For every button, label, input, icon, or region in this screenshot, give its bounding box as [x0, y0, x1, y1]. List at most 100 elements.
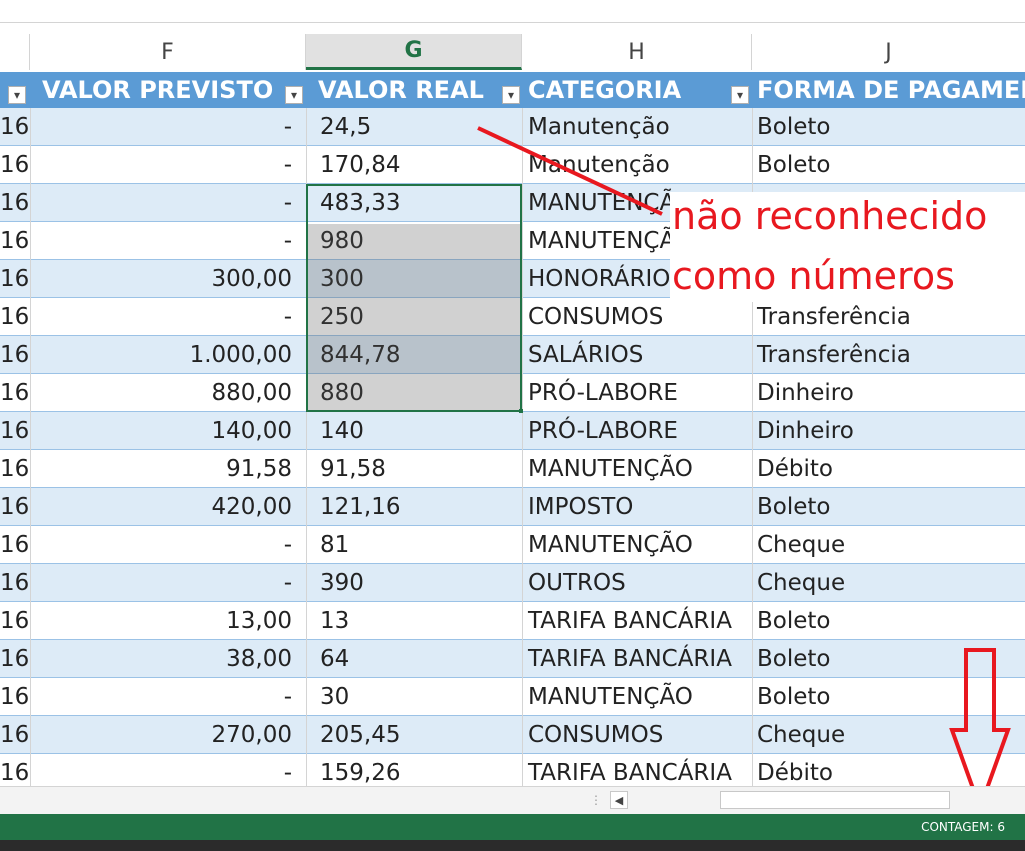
cell-valor-previsto[interactable]: 420,00	[30, 488, 306, 526]
cell-e[interactable]: 16	[0, 602, 30, 640]
cell-valor-real[interactable]: 390	[306, 564, 522, 602]
cell-valor-previsto[interactable]: 270,00	[30, 716, 306, 754]
cell-e[interactable]: 16	[0, 716, 30, 754]
cell-valor-real[interactable]: 30	[306, 678, 522, 716]
cell-forma-pagamento[interactable]: Boleto	[752, 602, 1025, 640]
cell-valor-previsto[interactable]: 140,00	[30, 412, 306, 450]
cell-valor-real[interactable]: 844,78	[306, 336, 522, 374]
cell-valor-previsto[interactable]: -	[30, 298, 306, 336]
cell-forma-pagamento[interactable]: Débito	[752, 450, 1025, 488]
cell-valor-real[interactable]: 205,45	[306, 716, 522, 754]
cell-valor-previsto[interactable]: -	[30, 564, 306, 602]
scroll-left-button[interactable]: ◀	[610, 791, 628, 809]
cell-valor-real[interactable]: 170,84	[306, 146, 522, 184]
cell-valor-real[interactable]: 483,33	[306, 184, 522, 222]
cell-forma-pagamento[interactable]: Dinheiro	[752, 412, 1025, 450]
count-indicator: CONTAGEM: 6	[921, 820, 1005, 834]
cell-forma-pagamento[interactable]: Boleto	[752, 108, 1025, 146]
cell-valor-real[interactable]: 64	[306, 640, 522, 678]
cell-valor-real[interactable]: 91,58	[306, 450, 522, 488]
cell-valor-previsto[interactable]: -	[30, 146, 306, 184]
cell-e[interactable]: 16	[0, 222, 30, 260]
cell-valor-real[interactable]: 24,5	[306, 108, 522, 146]
cell-valor-real[interactable]: 13	[306, 602, 522, 640]
cell-e[interactable]: 16	[0, 260, 30, 298]
horizontal-scrollbar[interactable]: ⋮ ◀	[0, 786, 1025, 815]
column-header-f[interactable]: F	[30, 34, 306, 70]
table-row: 16-30 MANUTENÇÃO Boleto	[0, 678, 1025, 716]
cell-forma-pagamento[interactable]: Boleto	[752, 488, 1025, 526]
cell-forma-pagamento[interactable]: Transferência	[752, 298, 1025, 336]
cell-e[interactable]: 16	[0, 488, 30, 526]
filter-button-valor-real[interactable]: ▾	[502, 86, 520, 104]
header-label: FORMA DE PAGAMENTO	[757, 76, 1025, 104]
filter-sort-button-e[interactable]: ▾	[8, 86, 26, 104]
column-header-e[interactable]	[0, 34, 30, 70]
cell-e[interactable]: 16	[0, 108, 30, 146]
cell-forma-pagamento[interactable]: Boleto	[752, 146, 1025, 184]
cell-e[interactable]: 16	[0, 450, 30, 488]
grid-line	[522, 108, 523, 786]
cell-valor-previsto[interactable]: 1.000,00	[30, 336, 306, 374]
cell-e[interactable]: 16	[0, 336, 30, 374]
cell-forma-pagamento[interactable]: Dinheiro	[752, 374, 1025, 412]
cell-e[interactable]: 16	[0, 184, 30, 222]
sheet-tab-splitter-icon[interactable]: ⋮	[590, 793, 602, 807]
cell-valor-previsto[interactable]: 13,00	[30, 602, 306, 640]
cell-valor-previsto[interactable]: 300,00	[30, 260, 306, 298]
cell-valor-previsto[interactable]: 91,58	[30, 450, 306, 488]
cell-forma-pagamento[interactable]: Transferência	[752, 336, 1025, 374]
cell-categoria[interactable]: PRÓ-LABORE	[522, 412, 752, 450]
table-header-valor-previsto: VALOR PREVISTO	[30, 72, 306, 108]
cell-e[interactable]: 16	[0, 412, 30, 450]
cell-categoria[interactable]: SALÁRIOS	[522, 336, 752, 374]
scroll-thumb[interactable]	[720, 791, 950, 809]
cell-valor-previsto[interactable]: -	[30, 108, 306, 146]
cell-valor-previsto[interactable]: 38,00	[30, 640, 306, 678]
cell-categoria[interactable]: TARIFA BANCÁRIA	[522, 602, 752, 640]
cell-valor-real[interactable]: 300	[306, 260, 522, 298]
filter-button-valor-previsto[interactable]: ▾	[285, 86, 303, 104]
column-header-j[interactable]: J	[752, 34, 1025, 70]
cell-categoria[interactable]: CONSUMOS	[522, 298, 752, 336]
cell-valor-real[interactable]: 980	[306, 222, 522, 260]
cell-categoria[interactable]: OUTROS	[522, 564, 752, 602]
cell-categoria[interactable]: Manutenção	[522, 108, 752, 146]
cell-forma-pagamento[interactable]: Cheque	[752, 716, 1025, 754]
cell-e[interactable]: 16	[0, 678, 30, 716]
cell-valor-real[interactable]: 880	[306, 374, 522, 412]
cell-valor-previsto[interactable]: -	[30, 222, 306, 260]
header-label: VALOR REAL	[318, 76, 484, 104]
cell-valor-previsto[interactable]: -	[30, 678, 306, 716]
cell-e[interactable]: 16	[0, 374, 30, 412]
cell-e[interactable]: 16	[0, 526, 30, 564]
cell-categoria[interactable]: MANUTENÇÃO	[522, 678, 752, 716]
cell-categoria[interactable]: MANUTENÇÃO	[522, 450, 752, 488]
cell-valor-previsto[interactable]: -	[30, 526, 306, 564]
cell-valor-real[interactable]: 121,16	[306, 488, 522, 526]
table-row: 16-390 OUTROS Cheque	[0, 564, 1025, 602]
cell-forma-pagamento[interactable]: Boleto	[752, 678, 1025, 716]
cell-valor-previsto[interactable]: -	[30, 184, 306, 222]
cell-categoria[interactable]: Manutenção	[522, 146, 752, 184]
cell-valor-previsto[interactable]: 880,00	[30, 374, 306, 412]
column-header-g[interactable]: G	[306, 34, 522, 70]
cell-e[interactable]: 16	[0, 298, 30, 336]
cell-categoria[interactable]: CONSUMOS	[522, 716, 752, 754]
cell-e[interactable]: 16	[0, 640, 30, 678]
cell-e[interactable]: 16	[0, 564, 30, 602]
cell-categoria[interactable]: PRÓ-LABORE	[522, 374, 752, 412]
cell-valor-real[interactable]: 250	[306, 298, 522, 336]
cell-valor-real[interactable]: 81	[306, 526, 522, 564]
column-header-h[interactable]: H	[522, 34, 752, 70]
cell-valor-real[interactable]: 140	[306, 412, 522, 450]
cell-forma-pagamento[interactable]: Cheque	[752, 564, 1025, 602]
cell-forma-pagamento[interactable]: Boleto	[752, 640, 1025, 678]
cell-categoria[interactable]: IMPOSTO	[522, 488, 752, 526]
cell-e[interactable]: 16	[0, 146, 30, 184]
filter-button-categoria[interactable]: ▾	[731, 86, 749, 104]
cell-categoria[interactable]: TARIFA BANCÁRIA	[522, 640, 752, 678]
cell-forma-pagamento[interactable]: Cheque	[752, 526, 1025, 564]
fill-handle[interactable]	[519, 409, 523, 413]
cell-categoria[interactable]: MANUTENÇÃO	[522, 526, 752, 564]
